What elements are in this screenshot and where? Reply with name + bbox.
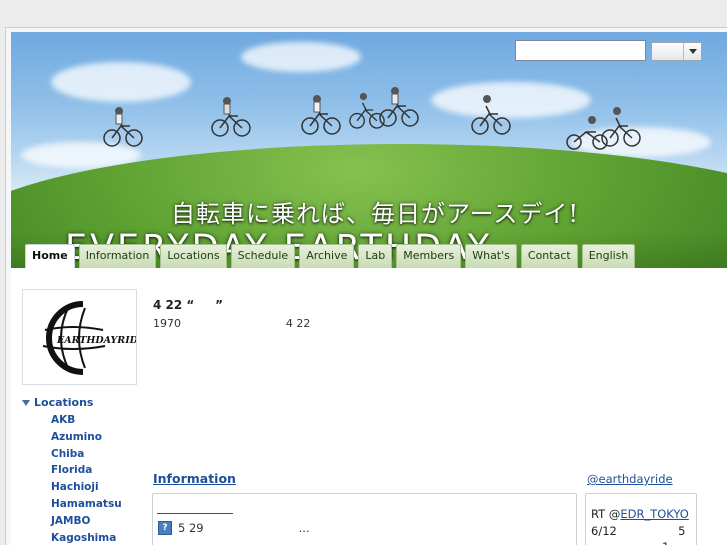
earthdayride-logo[interactable]: EARTHDAYRIDE . org: [22, 289, 137, 385]
tweet-text: 5: [678, 524, 686, 538]
twitter-handle-link[interactable]: @earthdayride: [587, 472, 673, 486]
help-icon: ?: [158, 521, 172, 535]
tab-members[interactable]: Members: [396, 244, 462, 268]
search-input[interactable]: [515, 40, 646, 61]
sidebar-locations: Locations AKB Azumino Chiba Florida Hach…: [22, 395, 142, 545]
tab-english[interactable]: English: [581, 244, 636, 268]
tweet-user-link[interactable]: EDR_TOKYO: [620, 507, 689, 521]
cloud: [241, 42, 361, 72]
header-banner: 自転車に乗れば、毎日がアースデイ! EVERYDAY EARTHDAY: [11, 32, 727, 272]
article-text: 1970 4 22: [153, 317, 311, 330]
main-nav: Home Information Locations Schedule Arch…: [25, 244, 636, 268]
information-divider: [157, 513, 233, 514]
article-title: 4 22 “ ”: [153, 298, 224, 312]
tweet-line: RT @EDR_TOKYO: [591, 507, 689, 521]
tab-archive[interactable]: Archive: [299, 244, 355, 268]
information-item-text: 5 29 ...: [178, 521, 310, 535]
cyclist-icon: [211, 94, 251, 138]
cyclist-icon: [601, 104, 641, 148]
sidebar-heading-locations[interactable]: Locations: [22, 395, 142, 410]
information-box: ? 5 29 ...: [152, 493, 577, 545]
cloud: [51, 62, 191, 102]
information-item[interactable]: ? 5 29 ...: [158, 521, 310, 535]
tweet-line: 6/12 5: [591, 524, 685, 538]
tab-contact[interactable]: Contact: [520, 244, 578, 268]
logo-text: EARTHDAYRIDE . org: [56, 335, 137, 346]
tab-information[interactable]: Information: [78, 244, 157, 268]
tweet-prefix: RT @: [591, 507, 621, 521]
sidebar-item-akb[interactable]: AKB: [51, 412, 142, 429]
cyclist-icon: [301, 92, 341, 136]
triangle-down-icon: [22, 399, 30, 406]
sidebar-item-chiba[interactable]: Chiba: [51, 446, 142, 463]
chevron-down-icon[interactable]: [683, 43, 701, 60]
tab-locations[interactable]: Locations: [160, 244, 227, 268]
cyclist-icon: [103, 104, 143, 148]
sidebar-item-azumino[interactable]: Azumino: [51, 429, 142, 446]
information-heading-link[interactable]: Information: [153, 471, 236, 486]
globe-icon: EARTHDAYRIDE . org: [42, 301, 137, 375]
tab-whats[interactable]: What's: [465, 244, 517, 268]
twitter-feed-box: RT @EDR_TOKYO 6/12 5 1: [585, 493, 697, 545]
tab-schedule[interactable]: Schedule: [230, 244, 296, 268]
tweet-text: 1: [662, 540, 669, 545]
sidebar-item-florida[interactable]: Florida: [51, 462, 142, 479]
sidebar-heading-label: Locations: [34, 396, 94, 409]
cyclist-icon: [379, 84, 419, 128]
tab-lab[interactable]: Lab: [358, 244, 393, 268]
search-scope-select[interactable]: [651, 42, 702, 61]
tweet-date: 6/12: [591, 524, 617, 538]
sidebar-item-kagoshima[interactable]: Kagoshima: [51, 530, 142, 545]
cyclist-icon: [471, 92, 511, 136]
sidebar-item-jambo[interactable]: JAMBO: [51, 513, 142, 530]
sidebar-item-hamamatsu[interactable]: Hamamatsu: [51, 496, 142, 513]
site-title-japanese: 自転車に乗れば、毎日がアースデイ!: [171, 200, 580, 228]
sidebar-item-hachioji[interactable]: Hachioji: [51, 479, 142, 496]
tab-home[interactable]: Home: [25, 244, 75, 268]
